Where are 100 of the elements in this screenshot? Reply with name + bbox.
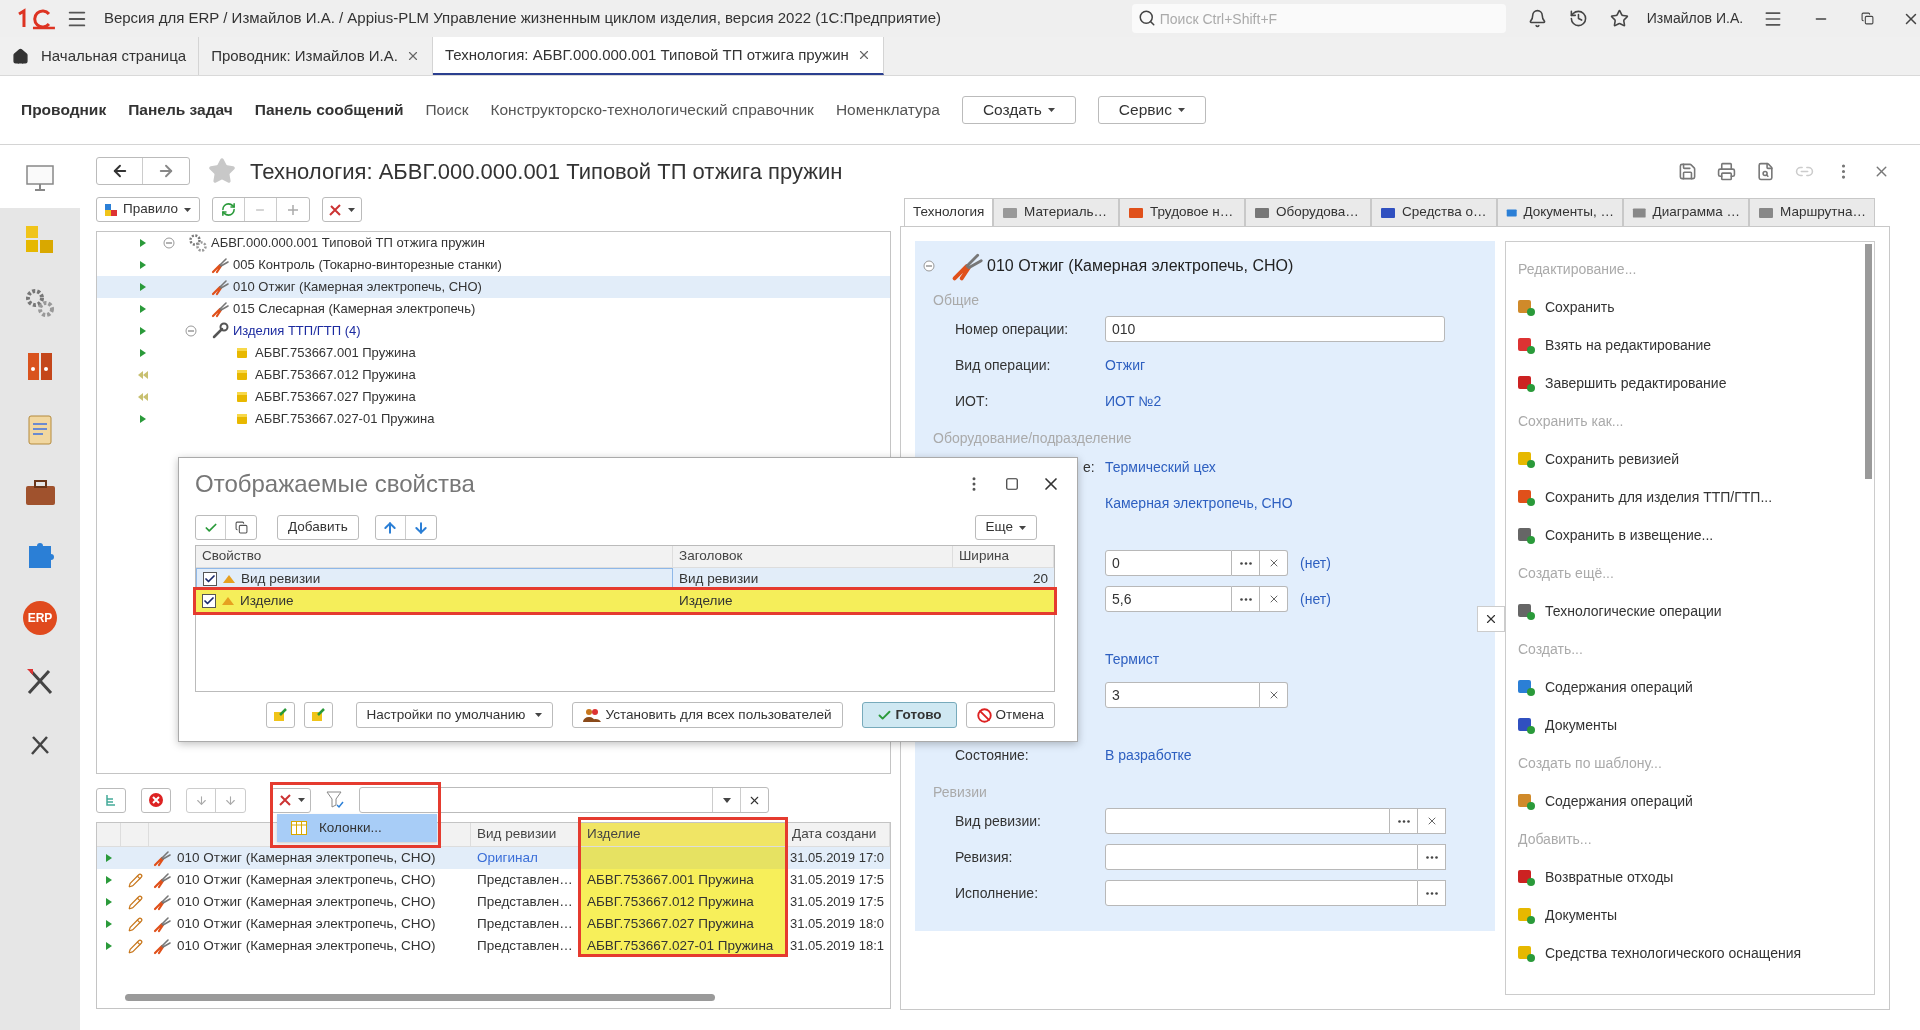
command-item[interactable]: Документы: [1506, 706, 1874, 744]
section-link[interactable]: Конструкторско-технологический справочник: [490, 98, 814, 122]
search-field[interactable]: [359, 787, 769, 813]
more-button[interactable]: Еще: [974, 515, 1037, 540]
favorite-star-icon[interactable]: [208, 157, 236, 185]
number-field[interactable]: 0: [1105, 550, 1232, 576]
command-item[interactable]: Возвратные отходы: [1506, 858, 1874, 896]
defaults-button[interactable]: Настройки по умолчанию: [355, 702, 554, 728]
save-icon[interactable]: [1678, 161, 1697, 181]
number-field[interactable]: 3: [1105, 682, 1260, 708]
checkbox[interactable]: [203, 572, 217, 586]
number-field[interactable]: 5,6: [1105, 586, 1232, 612]
column-header[interactable]: Свойство: [196, 546, 673, 567]
form-tab[interactable]: Документы, …: [1497, 198, 1623, 226]
maximize-icon[interactable]: [1005, 477, 1019, 491]
page-tab[interactable]: Проводник: Измайлов И.А.: [199, 37, 433, 75]
property-row[interactable]: Вид ревизии Вид ревизии 20: [196, 568, 1054, 590]
apply-all-users-button[interactable]: Установить для всех пользователей: [572, 702, 843, 728]
clear-button[interactable]: [1260, 586, 1288, 612]
tree-row[interactable]: АБВГ.753667.027-01 Пружина: [97, 408, 890, 430]
form-tab[interactable]: Оборудова…: [1245, 198, 1371, 226]
form-tab[interactable]: Технология: [904, 198, 993, 226]
preview-icon[interactable]: [1756, 161, 1775, 181]
section-link[interactable]: Поиск: [425, 98, 469, 122]
collapse-icon[interactable]: [923, 260, 935, 272]
clear-button[interactable]: [1418, 808, 1446, 834]
tree-row[interactable]: Изделия ТТП/ГТП (4): [97, 320, 890, 342]
done-button[interactable]: Готово: [861, 702, 957, 728]
grid-row[interactable]: 010 Отжиг (Камерная электропечь, СНО) Представлен… АБВГ.753667.001 Пружина 31.05.2019 17:5: [97, 869, 890, 891]
value-link[interactable]: В разработке: [1105, 744, 1192, 766]
tree-row[interactable]: 005 Контроль (Токарно-винторезные станки): [97, 254, 890, 276]
form-tab[interactable]: Материаль…: [993, 198, 1119, 226]
column-header[interactable]: Заголовок: [673, 546, 953, 567]
command-item[interactable]: Содержания операций: [1506, 782, 1874, 820]
value-link[interactable]: Камерная электропечь, СНО: [1105, 492, 1293, 514]
section-link[interactable]: Проводник: [21, 98, 107, 122]
horizontal-scrollbar[interactable]: [125, 994, 715, 1001]
choose-button[interactable]: [1418, 880, 1446, 906]
add-button[interactable]: Добавить: [277, 515, 359, 540]
value-link[interactable]: ИОТ №2: [1105, 390, 1162, 412]
clear-button[interactable]: [1260, 682, 1288, 708]
tree-row[interactable]: АБВГ.000.000.001 Типовой ТП отжига пружин: [97, 232, 890, 254]
form-tab[interactable]: Средства о…: [1371, 198, 1497, 226]
user-name[interactable]: Измайлов И.А.: [1646, 8, 1744, 29]
rule-button[interactable]: Правило: [96, 197, 200, 222]
command-item[interactable]: Сохранить в извещение...: [1506, 516, 1874, 554]
grid-row[interactable]: 010 Отжиг (Камерная электропечь, СНО) Представлен… АБВГ.753667.012 Пружина 31.05.2019 17:5: [97, 891, 890, 913]
table-cell[interactable]: Оригинал: [477, 849, 538, 865]
select-field[interactable]: [1105, 808, 1390, 834]
search-field[interactable]: Поиск Ctrl+Shift+F: [1131, 4, 1506, 33]
print-icon[interactable]: [1717, 161, 1736, 181]
filter-icon[interactable]: [326, 790, 344, 810]
command-item[interactable]: Сохранить: [1506, 288, 1874, 326]
choose-button[interactable]: [1232, 550, 1260, 576]
command-item[interactable]: Документы: [1506, 896, 1874, 934]
tree-row[interactable]: АБВГ.753667.027 Пружина: [97, 386, 890, 408]
grid-row[interactable]: 010 Отжиг (Камерная электропечь, СНО) Оригинал 31.05.2019 17:0: [97, 847, 890, 869]
collapse-icon[interactable]: [185, 325, 197, 337]
clear-button[interactable]: [1260, 550, 1288, 576]
command-item[interactable]: Сохранить для изделия ТТП/ГТП...: [1506, 478, 1874, 516]
value-link[interactable]: Отжиг: [1105, 354, 1146, 376]
history-icon[interactable]: [1568, 9, 1588, 28]
column-header[interactable]: Дата создани: [786, 823, 890, 846]
value-link[interactable]: Термический цех: [1105, 456, 1216, 478]
form-tab[interactable]: Трудовое н…: [1119, 198, 1245, 226]
notifications-icon[interactable]: [1527, 9, 1547, 28]
delete-button[interactable]: [141, 787, 171, 813]
export-button[interactable]: [303, 702, 333, 728]
dropdown-button[interactable]: Создать: [961, 96, 1076, 124]
command-item[interactable]: Завершить редактирование: [1506, 364, 1874, 402]
page-tab[interactable]: Начальная страница: [0, 37, 200, 75]
command-item[interactable]: Сохранить ревизией: [1506, 440, 1874, 478]
property-row[interactable]: Изделие Изделие: [196, 590, 1054, 612]
hierarchy-button[interactable]: [96, 787, 126, 813]
choose-button[interactable]: [1418, 844, 1446, 870]
sidebar-item[interactable]: ERP: [0, 586, 80, 649]
command-item[interactable]: Содержания операций: [1506, 668, 1874, 706]
tree-row[interactable]: АБВГ.753667.001 Пружина: [97, 342, 890, 364]
close-button[interactable]: [1477, 606, 1505, 632]
tools-button[interactable]: [271, 787, 311, 813]
choose-button[interactable]: [1232, 586, 1260, 612]
command-item[interactable]: Взять на редактирование: [1506, 326, 1874, 364]
column-header[interactable]: Изделие: [581, 823, 786, 846]
page-tab[interactable]: Технология: АБВГ.000.000.001 Типовой ТП отжига пружин: [432, 37, 884, 75]
choose-button[interactable]: [1390, 808, 1418, 834]
cancel-button[interactable]: Отмена: [965, 702, 1055, 728]
grid-row[interactable]: 010 Отжиг (Камерная электропечь, СНО) Представлен… АБВГ.753667.027 Пружина 31.05.2019 18:0: [97, 913, 890, 935]
restore-icon[interactable]: [1861, 12, 1875, 25]
tree-row[interactable]: 010 Отжиг (Камерная электропечь, СНО): [97, 276, 890, 298]
vertical-scrollbar[interactable]: [1865, 244, 1872, 479]
section-link[interactable]: Панель сообщений: [254, 98, 404, 122]
tree-row[interactable]: 015 Слесарная (Камерная электропечь): [97, 298, 890, 320]
text-field[interactable]: 010: [1105, 316, 1445, 342]
favorites-icon[interactable]: [1609, 9, 1629, 28]
command-item[interactable]: Средства технологического оснащения: [1506, 934, 1874, 972]
caret-icon[interactable]: [722, 797, 731, 803]
grid-row[interactable]: 010 Отжиг (Камерная электропечь, СНО) Представлен… АБВГ.753667.027-01 Пружина 31.05.2019 18:1: [97, 935, 890, 957]
section-link[interactable]: Номенклатура: [835, 98, 940, 122]
select-field[interactable]: [1105, 880, 1418, 906]
select-field[interactable]: [1105, 844, 1418, 870]
